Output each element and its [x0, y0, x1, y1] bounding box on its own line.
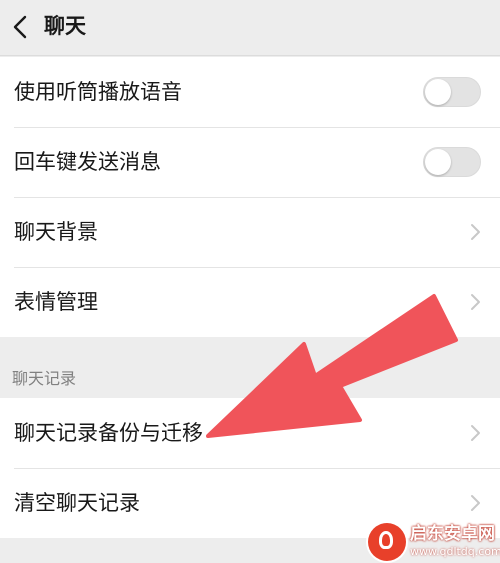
toggle-knob [425, 149, 451, 175]
setting-label: 聊天背景 [14, 220, 98, 244]
page-title: 聊天 [44, 14, 86, 38]
setting-chat-background[interactable]: 聊天背景 [0, 197, 500, 267]
setting-label: 回车键发送消息 [14, 150, 161, 174]
setting-backup-and-migrate[interactable]: 聊天记录备份与迁移 [0, 398, 500, 468]
watermark-title: 启东安卓网 [410, 524, 495, 544]
setting-label: 使用听筒播放语音 [14, 80, 182, 104]
earpiece-playback-toggle[interactable] [423, 77, 481, 107]
watermark-logo-icon [368, 523, 406, 561]
toggle-knob [425, 79, 451, 105]
back-arrow-icon[interactable] [6, 10, 36, 44]
chevron-right-icon [471, 294, 480, 310]
setting-earpiece-playback[interactable]: 使用听筒播放语音 [0, 57, 500, 127]
enter-to-send-toggle[interactable] [423, 147, 481, 177]
chevron-right-icon [471, 425, 480, 441]
chevron-right-icon [471, 224, 480, 240]
chevron-right-icon [471, 495, 480, 511]
chat-history-group: 聊天记录备份与迁移 清空聊天记录 [0, 398, 500, 538]
top-bar: 聊天 [0, 0, 500, 56]
setting-label: 清空聊天记录 [14, 491, 140, 515]
watermark-url: www.qdltdq.com [410, 545, 500, 558]
settings-group: 使用听筒播放语音 回车键发送消息 聊天背景 表情管理 [0, 57, 500, 337]
setting-label: 聊天记录备份与迁移 [14, 421, 203, 445]
setting-sticker-management[interactable]: 表情管理 [0, 267, 500, 337]
watermark: 启东安卓网 www.qdltdq.com [362, 521, 500, 563]
setting-enter-to-send[interactable]: 回车键发送消息 [0, 127, 500, 197]
setting-label: 表情管理 [14, 290, 98, 314]
section-title-chat-history: 聊天记录 [12, 369, 77, 388]
